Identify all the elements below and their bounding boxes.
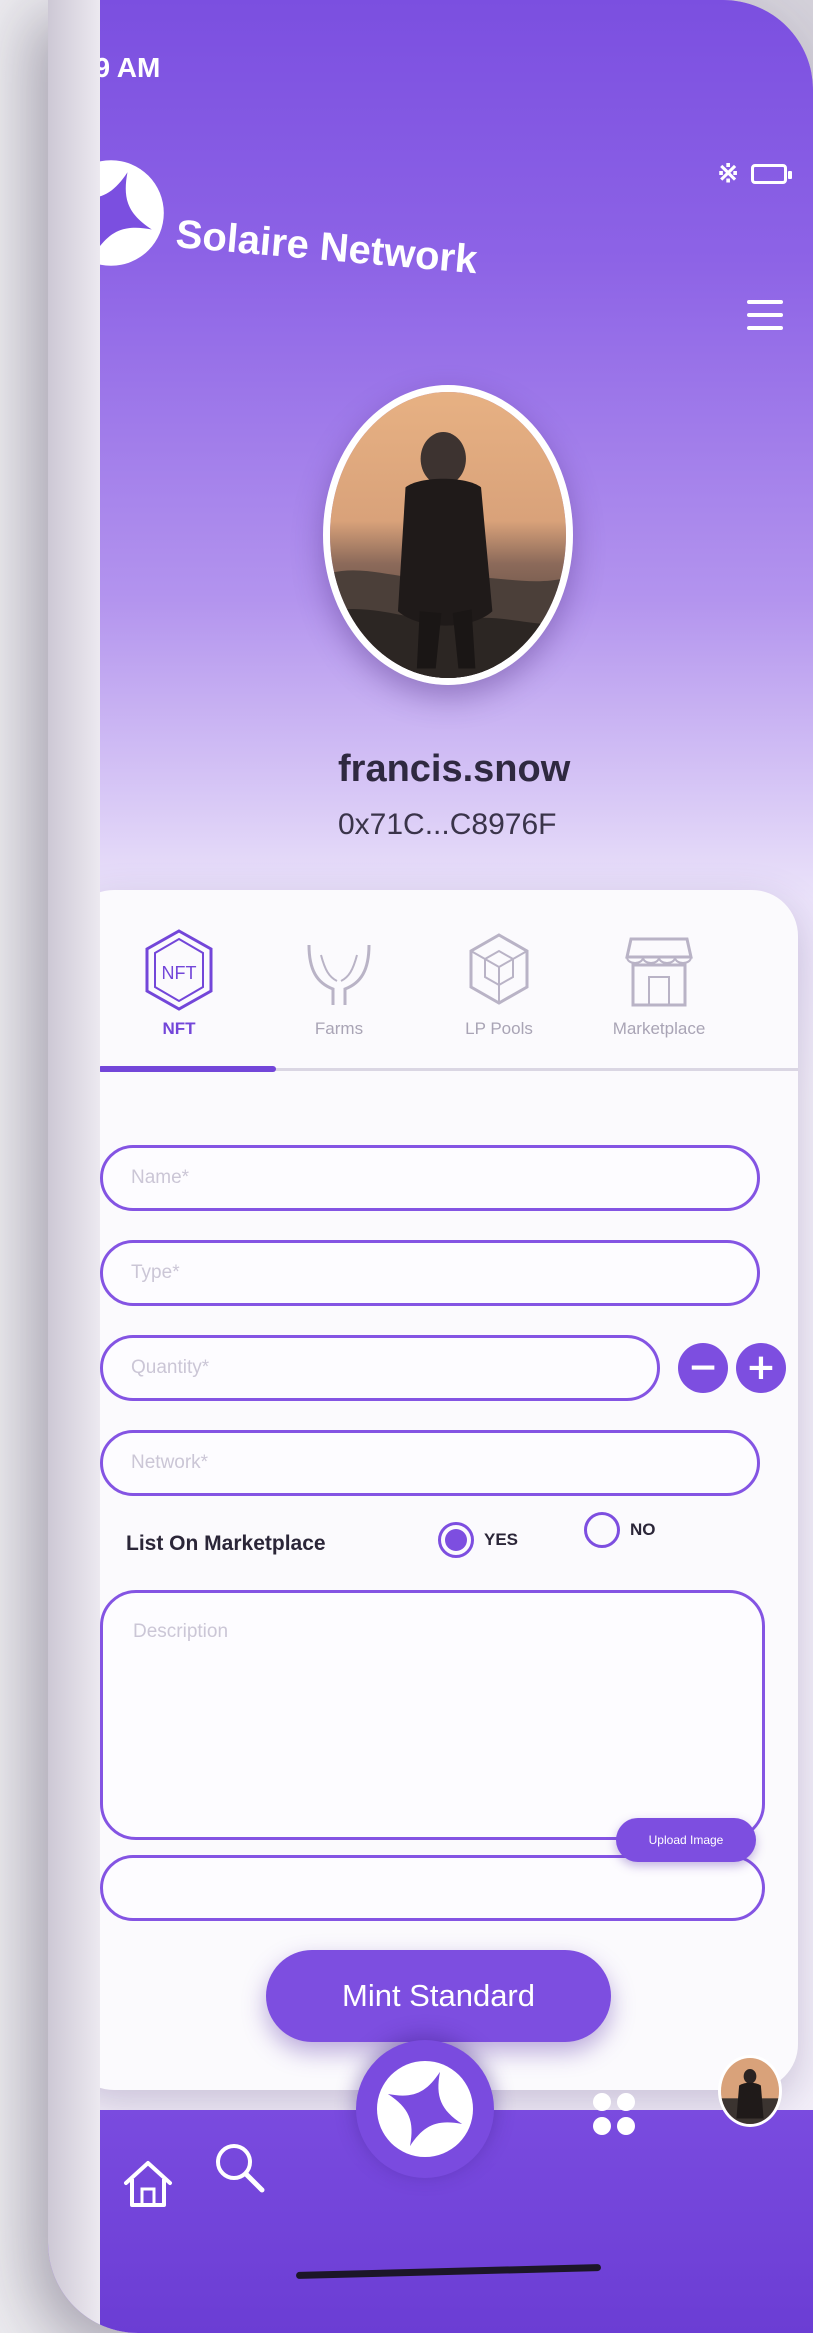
phone-side-edge [48, 0, 100, 2333]
network-field[interactable] [100, 1430, 760, 1496]
radio-yes-label: YES [484, 1530, 519, 1549]
profile-photo [330, 392, 566, 678]
tab-label-nft: NFT [162, 1019, 196, 1038]
radio-yes-indicator [438, 1522, 474, 1558]
bluetooth-icon: ※ [717, 158, 739, 188]
svg-text:NFT: NFT [162, 963, 197, 983]
name-field[interactable] [100, 1145, 760, 1211]
radio-no-indicator [584, 1512, 620, 1548]
hamburger-menu-icon[interactable] [747, 300, 783, 330]
home-logo-button[interactable] [356, 2040, 494, 2178]
search-icon[interactable] [210, 2138, 268, 2196]
tab-lp-pools[interactable]: LP Pools [424, 925, 574, 1039]
type-field[interactable] [100, 1240, 760, 1306]
tab-nft[interactable]: NFT NFT [104, 925, 254, 1039]
farm-hands-icon [307, 944, 371, 1005]
battery-icon [751, 163, 792, 184]
tab-bar: NFT NFT Farms LP Pools Marketplace [104, 925, 804, 1045]
radio-no-label: NO [630, 1520, 656, 1539]
status-icons: ※ [717, 158, 792, 189]
wallet-address: 0x71C...C8976F [338, 808, 557, 841]
tab-label-marketplace: Marketplace [612, 1019, 706, 1038]
radio-no[interactable]: NO [584, 1512, 656, 1548]
apps-grid-icon[interactable] [590, 2090, 638, 2138]
nav-avatar[interactable] [718, 2055, 782, 2127]
nav-avatar-photo [721, 2058, 779, 2124]
upload-image-field[interactable] [100, 1855, 765, 1921]
tab-marketplace[interactable]: Marketplace [584, 925, 734, 1039]
app-title: Solaire Network [174, 212, 480, 283]
active-tab-indicator [98, 1066, 276, 1072]
star-logo-icon [377, 2061, 473, 2157]
list-on-marketplace-label: List On Marketplace [126, 1532, 326, 1555]
background: 1:59 AM ※ Solaire Network francis.snow 0… [0, 0, 813, 2333]
description-field[interactable] [100, 1590, 765, 1840]
nft-icon: NFT [145, 929, 213, 1011]
profile-avatar[interactable] [323, 385, 573, 685]
quantity-increment-button[interactable]: + [736, 1343, 786, 1393]
tab-farms[interactable]: Farms [264, 925, 414, 1039]
app-screen: 1:59 AM ※ Solaire Network francis.snow 0… [48, 0, 813, 2333]
store-icon [625, 937, 693, 1007]
home-icon[interactable] [120, 2155, 176, 2211]
upload-image-button[interactable]: Upload Image [616, 1818, 756, 1862]
mint-standard-button[interactable]: Mint Standard [266, 1950, 611, 2042]
tab-label-lp-pools: LP Pools [465, 1019, 533, 1038]
phone-frame: 1:59 AM ※ Solaire Network francis.snow 0… [48, 0, 813, 2333]
quantity-decrement-button[interactable]: − [678, 1343, 728, 1393]
username: francis.snow [338, 748, 571, 790]
tab-label-farms: Farms [314, 1019, 364, 1038]
quantity-field[interactable] [100, 1335, 660, 1401]
cube-icon [469, 933, 529, 1005]
radio-yes[interactable]: YES [438, 1522, 518, 1558]
